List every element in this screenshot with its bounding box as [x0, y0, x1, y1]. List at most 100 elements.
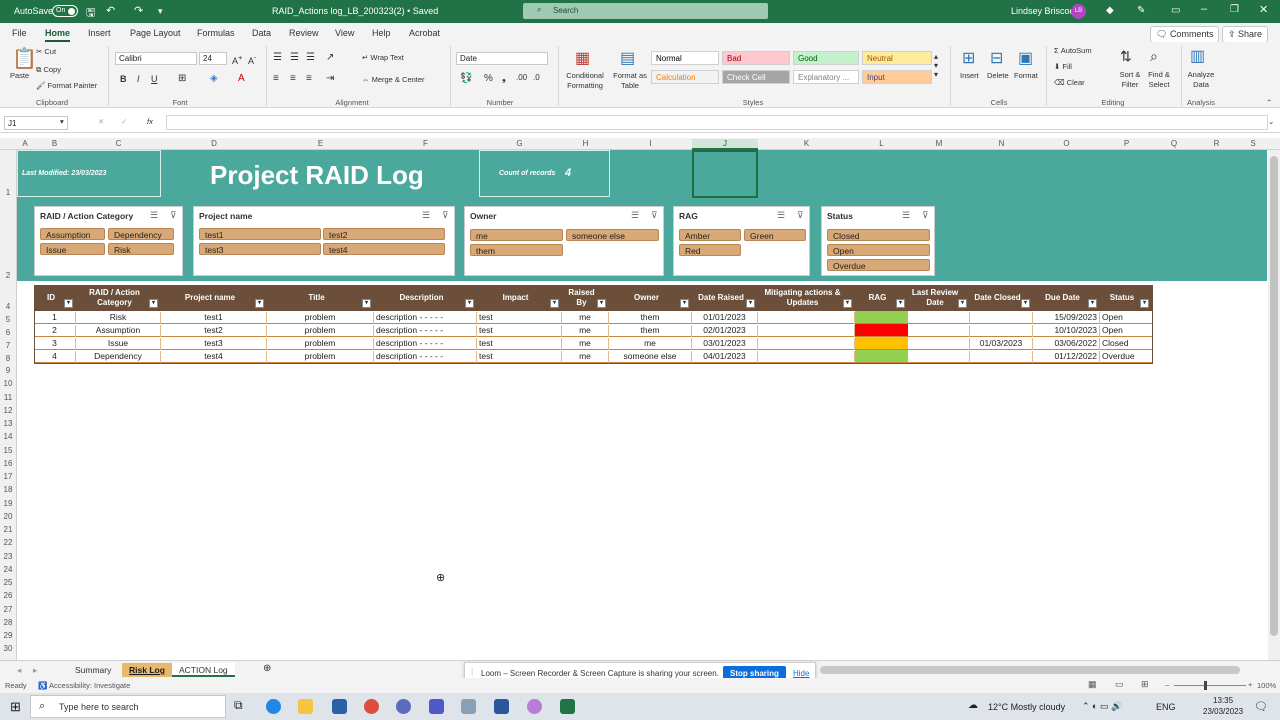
cell-status[interactable]: Overdue — [1100, 351, 1152, 363]
page-layout-view-icon[interactable]: ▭ — [1115, 679, 1124, 690]
cell-due-date[interactable]: 03/06/2022 — [1033, 338, 1100, 350]
column-header-C[interactable]: C — [76, 139, 161, 148]
cell-mitigating[interactable] — [758, 312, 855, 324]
row-header-9[interactable]: 9 — [0, 366, 16, 375]
weather-text[interactable]: 12°C Mostly cloudy — [988, 702, 1065, 712]
font-name-select[interactable]: Calibri — [115, 52, 197, 65]
decrease-decimal-icon[interactable]: .0 — [533, 73, 540, 82]
multi-select-icon[interactable]: ☰ — [902, 210, 910, 221]
column-header-F[interactable]: F — [374, 139, 477, 148]
row-header-2[interactable]: 2 — [0, 271, 16, 280]
share-button[interactable]: ⇪ Share — [1222, 26, 1269, 43]
paste-button[interactable]: Paste — [10, 71, 29, 80]
table-row[interactable]: 4 Dependency test4 problem description - - -… — [35, 350, 1152, 363]
task-view-icon[interactable]: ⧉ — [234, 698, 243, 713]
increase-decimal-icon[interactable]: .00 — [516, 73, 527, 82]
word-icon[interactable] — [494, 699, 509, 714]
cell-last-review[interactable] — [908, 351, 970, 363]
clear-filter-icon[interactable]: ⊽ — [797, 210, 804, 221]
cell-description[interactable]: description - - - - - — [374, 338, 477, 350]
customize-toolbar-icon[interactable]: ▾ — [158, 6, 163, 17]
row-header-4[interactable]: 4 — [0, 302, 16, 311]
cell-raised-by[interactable]: me — [562, 338, 609, 350]
row-header-11[interactable]: 11 — [0, 393, 16, 402]
format-as-table-button[interactable]: Format as Table — [612, 71, 648, 91]
cell-date-closed[interactable] — [970, 312, 1033, 324]
cell-owner[interactable]: someone else — [609, 351, 692, 363]
row-header-29[interactable]: 29 — [0, 631, 16, 640]
zoom-in-icon[interactable]: + — [1248, 680, 1252, 689]
clear-button[interactable]: ⌫ Clear — [1054, 78, 1085, 87]
font-size-select[interactable]: 24 — [199, 52, 227, 65]
slicer-item[interactable]: Overdue — [827, 259, 930, 271]
cell-project[interactable]: test2 — [161, 325, 267, 337]
row-header-20[interactable]: 20 — [0, 512, 16, 521]
cell-id[interactable]: 3 — [34, 338, 76, 350]
zoom-out-icon[interactable]: – — [1165, 680, 1169, 689]
clear-filter-icon[interactable]: ⊽ — [651, 210, 658, 221]
slicer-item[interactable]: Risk — [108, 243, 174, 255]
column-header-O[interactable]: O — [1033, 139, 1100, 148]
expand-formula-icon[interactable]: ⌄ — [1268, 117, 1274, 126]
column-header-H[interactable]: H — [562, 139, 609, 148]
align-top-icon[interactable]: ☰ — [273, 52, 282, 63]
cell-id[interactable]: 1 — [34, 312, 76, 324]
app-icon[interactable] — [396, 699, 411, 714]
page-break-view-icon[interactable]: ⊞ — [1141, 679, 1149, 690]
selected-cell-j1[interactable] — [692, 150, 758, 198]
snipping-icon[interactable] — [461, 699, 476, 714]
cell-style-bad[interactable]: Bad — [722, 51, 790, 65]
row-header-25[interactable]: 25 — [0, 578, 16, 587]
borders-icon[interactable]: ⊞ — [178, 73, 186, 84]
copy-button[interactable]: ⧉ Copy — [36, 65, 61, 75]
cell-owner[interactable]: me — [609, 338, 692, 350]
align-center-icon[interactable]: ≡ — [290, 73, 296, 84]
cell-date-closed[interactable]: 01/03/2023 — [970, 338, 1033, 350]
column-header-M[interactable]: M — [908, 139, 970, 148]
cell-project[interactable]: test3 — [161, 338, 267, 350]
wrap-text-button[interactable]: ↵ Wrap Text — [362, 53, 404, 62]
cell-raised-by[interactable]: me — [562, 325, 609, 337]
filter-dropdown-icon[interactable]: ▾ — [149, 299, 158, 308]
redo-icon[interactable]: ↷ — [134, 4, 143, 17]
find-select-button[interactable]: Find & Select — [1142, 70, 1176, 90]
diamond-icon[interactable]: ◆ — [1106, 5, 1114, 16]
multi-select-icon[interactable]: ☰ — [631, 210, 639, 221]
column-header-Q[interactable]: Q — [1153, 139, 1195, 148]
cell-date-raised[interactable]: 04/01/2023 — [692, 351, 758, 363]
zoom-slider[interactable] — [1174, 685, 1246, 686]
search-box[interactable]: ⌕ Search — [523, 3, 768, 19]
row-header-1[interactable]: 1 — [0, 188, 16, 197]
number-format-select[interactable]: Date — [456, 52, 548, 65]
gallery-scroll-icon[interactable]: ▴ ▾ ▾ — [934, 52, 938, 79]
cell-description[interactable]: description - - - - - — [374, 312, 477, 324]
clock-date[interactable]: 23/03/2023 — [1203, 707, 1243, 716]
avatar[interactable]: LB — [1071, 4, 1086, 19]
row-header-13[interactable]: 13 — [0, 419, 16, 428]
cell-date-raised[interactable]: 01/01/2023 — [692, 312, 758, 324]
clear-filter-icon[interactable]: ⊽ — [442, 210, 449, 221]
row-header-6[interactable]: 6 — [0, 328, 16, 337]
filter-dropdown-icon[interactable]: ▾ — [1021, 299, 1030, 308]
formula-input[interactable] — [166, 115, 1268, 130]
filter-dropdown-icon[interactable]: ▾ — [896, 299, 905, 308]
horizontal-scrollbar[interactable] — [820, 666, 1240, 674]
slicer-item[interactable]: Amber — [679, 229, 741, 241]
name-box[interactable]: J1 — [4, 116, 68, 130]
clear-filter-icon[interactable]: ⊽ — [922, 210, 929, 221]
zoom-slider-thumb[interactable] — [1204, 681, 1207, 690]
tab-acrobat[interactable]: Acrobat — [409, 28, 440, 38]
bold-icon[interactable]: B — [120, 74, 127, 84]
cell-project[interactable]: test4 — [161, 351, 267, 363]
cell-status[interactable]: Closed — [1100, 338, 1152, 350]
cell-style-calculation[interactable]: Calculation — [651, 70, 719, 84]
underline-icon[interactable]: U — [151, 74, 158, 84]
row-header-7[interactable]: 7 — [0, 341, 16, 350]
zoom-level[interactable]: 100% — [1257, 681, 1276, 690]
cell-description[interactable]: description - - - - - — [374, 351, 477, 363]
normal-view-icon[interactable]: ▦ — [1088, 679, 1097, 690]
cell-status[interactable]: Open — [1100, 325, 1152, 337]
cell-date-raised[interactable]: 02/01/2023 — [692, 325, 758, 337]
filter-dropdown-icon[interactable]: ▾ — [362, 299, 371, 308]
column-header-G[interactable]: G — [477, 139, 562, 148]
